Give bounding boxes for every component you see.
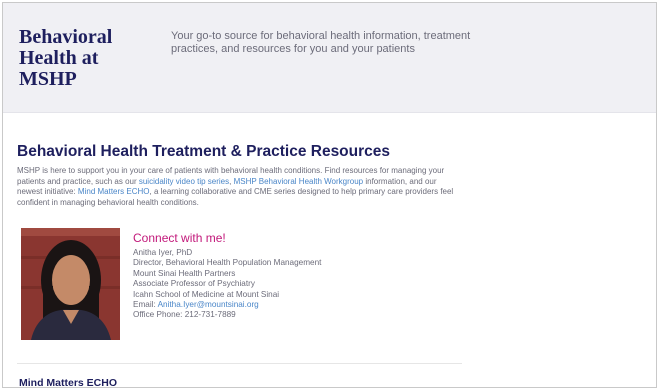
mind-matters-echo-link[interactable]: Mind Matters ECHO xyxy=(78,187,150,196)
profile-photo-graphic xyxy=(21,228,120,340)
site-tagline: Your go-to source for behavioral health … xyxy=(171,30,471,55)
contact-title: Director, Behavioral Health Population M… xyxy=(133,258,322,268)
section-divider xyxy=(17,363,462,364)
brand-line: Health at xyxy=(19,47,99,69)
site-header: Behavioral Health at MSHP Your go-to sou… xyxy=(3,3,656,113)
suicidality-video-link[interactable]: suicidality video tip series xyxy=(139,177,229,186)
email-label: Email: xyxy=(133,300,158,310)
contact-name: Anitha Iyer, PhD xyxy=(133,248,193,257)
intro-paragraph: MSHP is here to support you in your care… xyxy=(17,166,457,208)
contact-school: Icahn School of Medicine at Mount Sinai xyxy=(133,289,280,299)
profile-photo xyxy=(21,228,120,340)
email-link[interactable]: Anitha.Iyer@mountsinai.org xyxy=(158,300,259,309)
contact-phone: Office Phone: 212-731-7889 xyxy=(133,310,236,320)
site-brand[interactable]: Behavioral Health at MSHP xyxy=(19,27,149,90)
contact-info: Connect with me! Anitha Iyer, PhD Direct… xyxy=(133,231,393,321)
contact-org: Mount Sinai Health Partners xyxy=(133,268,236,278)
page-frame: Behavioral Health at MSHP Your go-to sou… xyxy=(2,2,657,388)
brand-line: Behavioral xyxy=(19,26,113,48)
section-title: Behavioral Health Treatment & Practice R… xyxy=(17,143,391,160)
mind-matters-echo-heading: Mind Matters ECHO xyxy=(19,377,118,388)
connect-heading: Connect with me! xyxy=(133,231,226,245)
main-content: Behavioral Health Treatment & Practice R… xyxy=(17,143,457,208)
workgroup-link[interactable]: MSHP Behavioral Health Workgroup xyxy=(234,177,364,186)
brand-line: MSHP xyxy=(19,68,77,90)
contact-position: Associate Professor of Psychiatry xyxy=(133,279,255,289)
contact-email-row: Email: Anitha.Iyer@mountsinai.org xyxy=(133,300,393,310)
